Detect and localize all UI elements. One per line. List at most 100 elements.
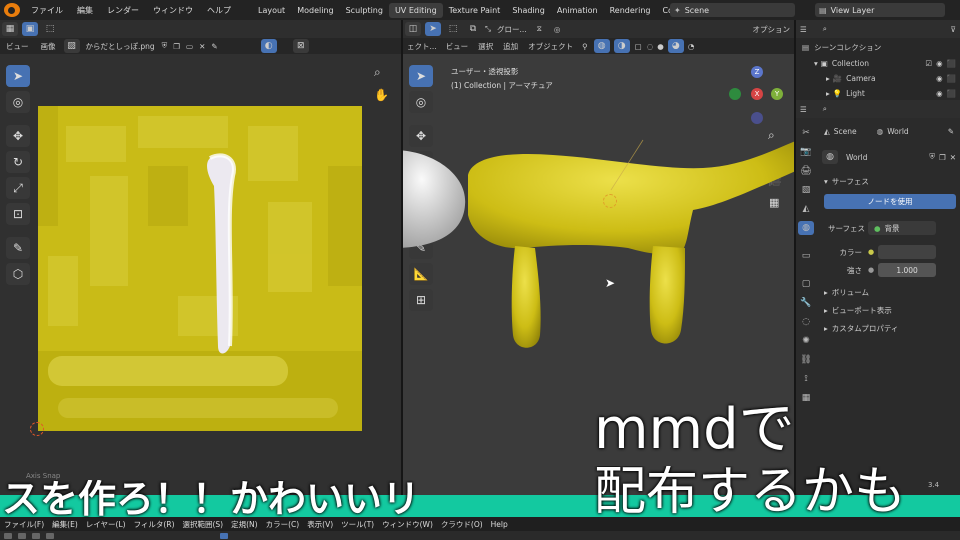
menu-viewport-object[interactable]: オブジェクト (523, 41, 578, 52)
tab-layout[interactable]: Layout (252, 3, 291, 18)
select-tool-icon[interactable]: ➤ (6, 65, 30, 87)
tab-uv-editing[interactable]: UV Editing (388, 2, 443, 18)
unlink-icon[interactable]: ✕ (196, 42, 208, 51)
vp-select-tool-icon[interactable]: ➤ (409, 65, 433, 87)
outliner-scene-collection[interactable]: ▤ シーンコレクション (796, 38, 960, 56)
tool-tab-icon[interactable]: ✂ (798, 126, 814, 140)
overlay-tool-icon-4[interactable] (46, 532, 54, 539)
box-select-icon[interactable]: ⬚ (42, 22, 58, 36)
view-layer-tab-icon[interactable]: ▧ (798, 183, 814, 197)
menu-file[interactable]: ファイル (24, 5, 70, 16)
outliner-filter-icon[interactable]: ⌕ (819, 24, 831, 34)
move-tool-icon[interactable]: ✥ (6, 125, 30, 147)
menu-image[interactable]: 画像 (35, 41, 62, 52)
gizmo-x-axis[interactable]: X (751, 88, 763, 100)
shading-wireframe-icon[interactable]: ◌ (645, 42, 656, 51)
interaction-mode[interactable]: ェクト... (403, 41, 441, 52)
world-tab-icon[interactable]: ◍ (798, 221, 814, 235)
fake-user-icon[interactable]: ⛨ (159, 41, 171, 51)
overlay-tool-icon-2[interactable] (18, 532, 26, 539)
section-viewport-display[interactable]: ▸ ビューポート表示 (820, 301, 960, 319)
overlay-tool-icon-1[interactable] (4, 532, 12, 539)
zoom-icon[interactable]: ⌕ (374, 65, 392, 83)
duplicate-icon[interactable]: ❐ (170, 42, 183, 51)
viewport-mode-icon[interactable]: ⧉ (465, 22, 481, 36)
world-fake-user-icon[interactable]: ⛨ (929, 152, 935, 162)
overlay-menu-filter[interactable]: フィルタ(R) (130, 519, 179, 530)
overlay-menu-view[interactable]: 表示(V) (303, 519, 337, 530)
overlay-tool-icon-3[interactable] (32, 532, 40, 539)
blender-logo-icon[interactable] (4, 3, 20, 17)
gizmo-toggle-icon[interactable]: ◍ (593, 39, 610, 53)
transform-tool-icon[interactable]: ⊡ (6, 203, 30, 225)
gizmo-z-negative[interactable] (751, 112, 763, 124)
outliner-funnel-icon[interactable]: ⊽ (947, 25, 960, 34)
menu-render[interactable]: レンダー (100, 5, 146, 16)
overlay-menu-help[interactable]: Help (487, 520, 512, 529)
image-browse-icon[interactable]: ▨ (63, 39, 80, 53)
view-layer-selector[interactable]: ▤ View Layer (815, 3, 945, 17)
scene-selector[interactable]: ✦ Scene (670, 3, 795, 17)
modifier-tab-icon[interactable]: 🔧 (798, 296, 814, 310)
color-swatch[interactable] (878, 245, 937, 259)
world-selector[interactable]: ◍ World ⛨ ❐ ✕ (820, 148, 960, 166)
shading-material-icon[interactable]: ◕ (667, 39, 684, 53)
snap-icon[interactable]: ⧖ (531, 24, 548, 34)
display-channels-icon[interactable]: ◐ (260, 39, 277, 53)
section-surface[interactable]: ▾ サーフェス (820, 172, 960, 190)
properties-editor-icon[interactable]: ☰ (796, 105, 811, 114)
pan-hand-icon[interactable]: ✋ (374, 88, 392, 106)
xray-icon[interactable]: ▢ (632, 42, 645, 51)
overlay-menu-cloud[interactable]: クラウド(O) (437, 519, 487, 530)
eye-icon[interactable]: ◉ (936, 59, 943, 68)
visibility-icon[interactable]: ⚲ (578, 42, 592, 51)
scale-tool-icon[interactable]: ⤢ (6, 177, 30, 199)
gizmo-y-axis[interactable]: Y (771, 88, 783, 100)
overlay-menu-edit[interactable]: 編集(E) (48, 519, 82, 530)
menu-view[interactable]: ビュー (0, 41, 35, 52)
overlay-menu-color[interactable]: カラー(C) (262, 519, 304, 530)
overlay-menu-tool[interactable]: ツール(T) (337, 519, 378, 530)
tab-modeling[interactable]: Modeling (291, 3, 339, 18)
physics-tab-icon[interactable]: ✺ (798, 334, 814, 348)
menu-viewport-add[interactable]: 追加 (498, 41, 523, 52)
gizmo-y-negative[interactable] (729, 88, 741, 100)
overlay-menu-ruler[interactable]: 定規(N) (227, 519, 261, 530)
menu-help[interactable]: ヘルプ (200, 5, 238, 16)
scene-tab-icon[interactable]: ◭ (798, 202, 814, 216)
data-tab-icon[interactable]: ⟟ (798, 372, 814, 386)
vp-cursor-tool-icon[interactable]: ◎ (409, 91, 433, 113)
viewport-select-icon[interactable]: ➤ (425, 22, 441, 36)
proportional-edit-icon[interactable]: ◎ (548, 25, 567, 34)
surface-shader-field[interactable]: ● 背景 (868, 221, 936, 235)
pin-icon[interactable]: ✎ (208, 42, 220, 51)
image-view-icon[interactable]: ⊠ (292, 39, 309, 53)
use-nodes-button[interactable]: ノードを使用 (824, 194, 956, 209)
image-name[interactable]: からだとしっぽ.png (82, 41, 159, 52)
menu-edit[interactable]: 編集 (70, 5, 100, 16)
overlay-menu-file[interactable]: ファイル(F) (0, 519, 48, 530)
select-mode-icon[interactable]: ▣ (22, 22, 38, 36)
overlay-menu-window[interactable]: ウィンドウ(W) (378, 519, 437, 530)
world-browse-icon[interactable]: ◍ (822, 150, 838, 164)
rip-region-tool-icon[interactable]: ⬡ (6, 263, 30, 285)
collection-tab-icon[interactable]: ▭ (798, 249, 814, 263)
shading-solid-icon[interactable]: ● (655, 42, 666, 51)
properties-search-icon[interactable]: ⌕ (819, 104, 831, 114)
camera-eye-icon[interactable]: ◉ (936, 74, 943, 83)
editor-type-icon[interactable]: ▦ (2, 22, 18, 36)
outliner-item-light[interactable]: ▸ 💡 Light ◉ ⬛ (796, 86, 960, 101)
tab-shading[interactable]: Shading (506, 3, 551, 18)
open-folder-icon[interactable]: ▭ (183, 42, 196, 51)
overlay-menu-selection[interactable]: 選択範囲(S) (179, 519, 228, 530)
transform-orientation[interactable]: グロー... (493, 24, 531, 35)
options-menu[interactable]: オプション (749, 24, 795, 35)
menu-window[interactable]: ウィンドウ (146, 5, 200, 16)
cursor-tool-icon[interactable]: ◎ (6, 91, 30, 113)
world-unlink-icon[interactable]: ✕ (950, 153, 956, 162)
camera-render-toggle-icon[interactable]: ⬛ (947, 74, 956, 83)
section-volume[interactable]: ▸ ボリューム (820, 283, 960, 301)
menu-viewport-select[interactable]: 選択 (473, 41, 498, 52)
overlay-menu-layer[interactable]: レイヤー(L) (82, 519, 130, 530)
texture-tab-icon[interactable]: ▦ (798, 391, 814, 405)
